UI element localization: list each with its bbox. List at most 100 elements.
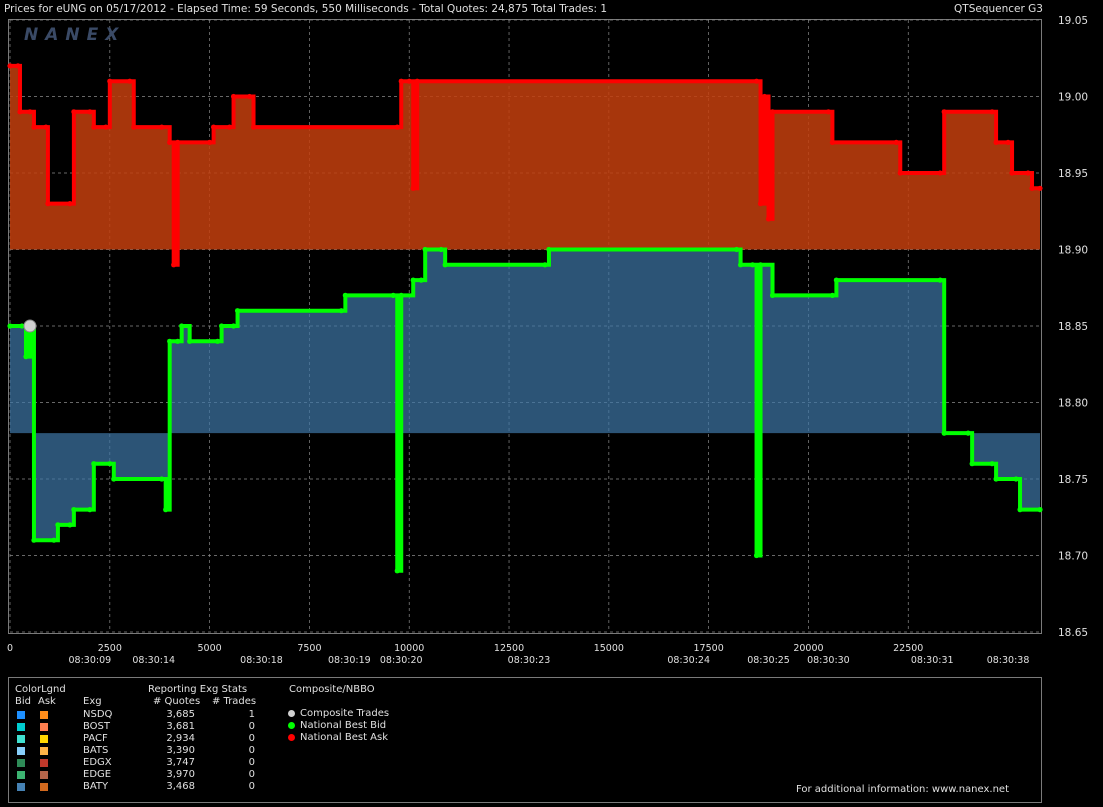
ask-point <box>414 78 420 84</box>
composite-trade-point <box>23 319 37 333</box>
y-tick-label: 19.05 <box>1058 15 1088 27</box>
bid-point <box>733 246 740 253</box>
ask-point <box>1009 170 1015 176</box>
y-tick-label: 18.90 <box>1058 245 1088 257</box>
bid-color-swatch <box>17 759 25 767</box>
ask-point <box>893 139 899 145</box>
bid-point <box>214 338 221 344</box>
bid-point <box>234 308 241 314</box>
ask-header: Ask <box>38 696 56 707</box>
stats-title: Reporting Exg Stats <box>148 684 248 695</box>
ask-point <box>937 170 943 176</box>
bid-point <box>71 507 77 513</box>
bid-point <box>91 461 97 467</box>
exchange-quotes: 3,681 <box>166 721 195 732</box>
x-tick-label: 7500 <box>297 643 321 654</box>
ask-color-swatch <box>40 723 48 731</box>
bid-point <box>230 323 237 329</box>
ask-point <box>7 63 13 69</box>
bid-point <box>394 568 400 574</box>
ask-point <box>761 93 768 100</box>
ask-point <box>1037 185 1043 191</box>
ask-point <box>91 124 97 130</box>
ask-point <box>45 201 51 207</box>
ask-point <box>989 109 995 115</box>
bid-point <box>163 507 169 513</box>
ask-point <box>941 109 947 115</box>
ask-point <box>829 139 836 145</box>
time-label: 08:30:31 <box>911 655 954 666</box>
bid-point <box>542 262 548 268</box>
ask-point <box>15 63 21 69</box>
exchange-trades: 1 <box>248 709 255 720</box>
bid-point <box>1013 476 1019 482</box>
ask-color-swatch <box>40 711 48 719</box>
bid-point <box>338 308 344 314</box>
bid-point <box>187 338 193 344</box>
bid-point <box>749 262 756 268</box>
bid-point <box>398 292 404 298</box>
ask-point <box>167 139 173 145</box>
bid-point <box>969 461 975 467</box>
x-tick-label: 17500 <box>694 643 724 654</box>
x-tick-label: 5000 <box>198 643 222 654</box>
ask-quote-area <box>10 65 1040 265</box>
bid-point <box>342 292 348 298</box>
ask-point <box>757 201 764 207</box>
ask-point <box>406 78 412 84</box>
bid-quote-area <box>10 249 1040 571</box>
ask-point <box>765 216 772 222</box>
exchange-name: PACF <box>83 733 108 744</box>
bid-color-swatch <box>17 771 25 779</box>
bid-point <box>422 246 428 253</box>
exchange-trades: 0 <box>248 757 255 768</box>
bid-point <box>410 277 416 283</box>
ask-point <box>171 262 177 268</box>
x-tick-label: 0 <box>7 643 13 654</box>
x-tick-label: 2500 <box>98 643 122 654</box>
exchange-name: EDGE <box>83 769 112 780</box>
exchange-trades: 0 <box>248 721 255 732</box>
exchange-name: EDGX <box>83 757 112 768</box>
y-tick-label: 18.85 <box>1058 321 1088 333</box>
composite-title: Composite/NBBO <box>289 684 375 695</box>
x-tick-label: 12500 <box>494 643 524 654</box>
time-label: 08:30:38 <box>987 655 1030 666</box>
time-label: 08:30:18 <box>240 655 283 666</box>
y-tick-label: 18.65 <box>1058 627 1088 639</box>
ask-point <box>226 124 233 130</box>
exchange-quotes: 2,934 <box>166 733 195 744</box>
ask-color-swatch <box>40 783 48 791</box>
bid-point <box>7 323 13 329</box>
x-tick-label: 20000 <box>793 643 823 654</box>
ask-point <box>31 124 37 130</box>
bid-point <box>993 476 999 482</box>
y-tick-label: 18.95 <box>1058 168 1088 180</box>
bid-point <box>111 476 117 482</box>
bid-point <box>51 537 57 543</box>
time-label: 08:30:24 <box>667 655 710 666</box>
x-tick-label: 15000 <box>594 643 624 654</box>
y-tick-label: 18.80 <box>1058 398 1088 410</box>
composite-legend-dot <box>288 722 295 729</box>
bid-point <box>67 522 73 528</box>
color-legend-title: ColorLgnd <box>15 684 66 695</box>
bid-point <box>55 522 61 528</box>
bid-point <box>167 338 173 344</box>
exchange-name: NSDQ <box>83 709 113 720</box>
composite-legend-label: National Best Ask <box>300 732 389 743</box>
bid-point <box>87 507 93 513</box>
time-label: 08:30:20 <box>380 655 423 666</box>
bid-point <box>769 292 776 298</box>
ask-point <box>1005 139 1011 145</box>
exchange-quotes: 3,468 <box>166 781 195 792</box>
bid-point <box>159 476 165 482</box>
footer-note: For additional information: www.nanex.ne… <box>796 784 1009 795</box>
ask-color-swatch <box>40 747 48 755</box>
ask-point <box>175 139 181 145</box>
time-label: 08:30:23 <box>508 655 551 666</box>
exchange-trades: 0 <box>248 745 255 756</box>
exchange-quotes: 3,747 <box>166 757 195 768</box>
y-tick-label: 18.75 <box>1058 474 1088 486</box>
x-tick-label: 10000 <box>394 643 424 654</box>
